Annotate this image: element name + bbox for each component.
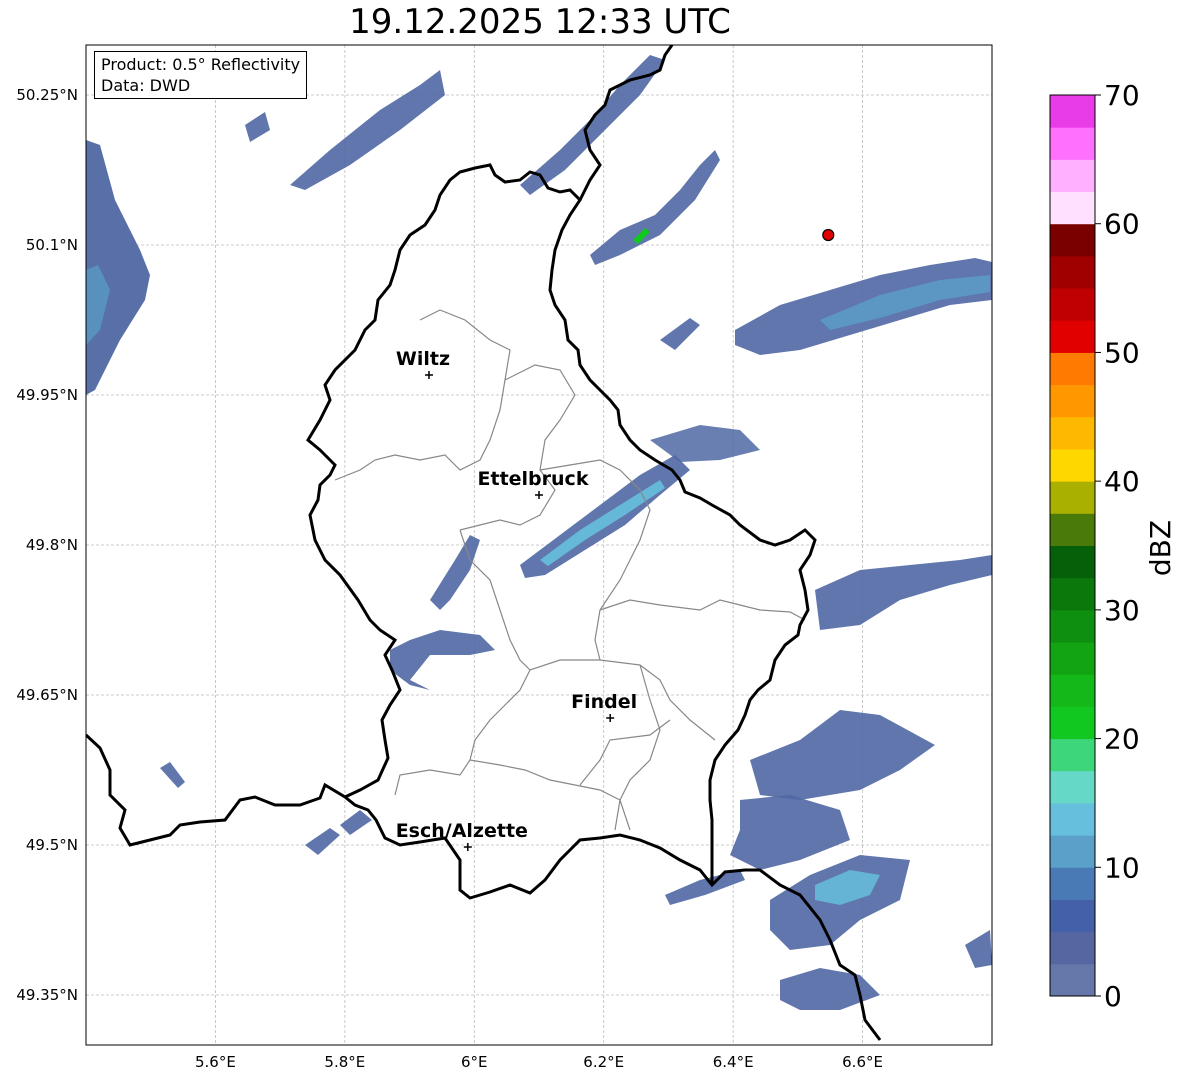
colorbar-segment bbox=[1050, 642, 1095, 675]
colorbar-segment bbox=[1050, 191, 1095, 225]
colorbar-segment bbox=[1050, 706, 1095, 740]
colorbar-segment bbox=[1050, 931, 1095, 965]
colorbar-segment bbox=[1050, 481, 1095, 514]
colorbar-segment bbox=[1050, 674, 1095, 707]
colorbar-segment bbox=[1050, 288, 1095, 321]
colorbar-segment bbox=[1050, 770, 1095, 804]
city-label: Wiltz bbox=[396, 348, 450, 370]
colorbar-segment bbox=[1050, 159, 1095, 193]
x-tick-label: 6°E bbox=[461, 1053, 488, 1071]
colorbar-segment bbox=[1050, 416, 1095, 450]
colorbar-tick-label: 50 bbox=[1104, 336, 1140, 369]
radar-site-dot bbox=[822, 228, 835, 242]
colorbar-segment bbox=[1050, 223, 1095, 257]
colorbar-segment bbox=[1050, 577, 1095, 611]
y-tick-label: 49.5°N bbox=[26, 836, 78, 854]
x-tick-label: 6.4°E bbox=[713, 1053, 754, 1071]
colorbar-segment bbox=[1050, 448, 1095, 482]
colorbar-segment bbox=[1050, 867, 1095, 900]
colorbar-segment bbox=[1050, 127, 1095, 160]
x-tick-label: 5.6°E bbox=[195, 1053, 236, 1071]
x-tick-label: 6.2°E bbox=[583, 1053, 624, 1071]
x-tick-label: 6.6°E bbox=[842, 1053, 883, 1071]
colorbar-segment bbox=[1050, 963, 1095, 997]
colorbar-label: dBZ bbox=[1144, 520, 1177, 576]
info-box: Product: 0.5° Reflectivity Data: DWD bbox=[94, 51, 308, 99]
colorbar-segment bbox=[1050, 384, 1095, 418]
x-axis-ticks: 5.6°E 5.8°E 6°E 6.2°E 6.4°E 6.6°E bbox=[195, 1053, 883, 1071]
colorbar-tick-label: 20 bbox=[1104, 723, 1140, 756]
colorbar-tick-label: 10 bbox=[1104, 851, 1140, 884]
y-tick-label: 49.8°N bbox=[26, 536, 78, 554]
product-label: Product: 0.5° Reflectivity bbox=[101, 55, 301, 74]
colorbar-segment bbox=[1050, 255, 1095, 289]
colorbar-segment bbox=[1050, 802, 1095, 836]
city-label: Ettelbruck bbox=[478, 468, 589, 490]
y-tick-label: 50.25°N bbox=[16, 86, 78, 104]
data-source-label: Data: DWD bbox=[101, 76, 191, 95]
city-label: Findel bbox=[571, 691, 637, 713]
radar-site-marker bbox=[822, 228, 835, 242]
y-tick-label: 50.1°N bbox=[26, 236, 78, 254]
colorbar-segment bbox=[1050, 320, 1095, 353]
radar-map-figure: WiltzEttelbruckFindelEsch/Alzette 5.6°E 5… bbox=[16, 44, 1177, 1071]
city-label: Esch/Alzette bbox=[396, 820, 528, 842]
colorbar-segment bbox=[1050, 95, 1095, 128]
colorbar-tick-label: 0 bbox=[1104, 980, 1122, 1013]
colorbar-segment bbox=[1050, 352, 1095, 386]
colorbar-tick-label: 30 bbox=[1104, 594, 1140, 627]
y-axis-ticks: 50.25°N 50.1°N 49.95°N 49.8°N 49.65°N 49.5°N 4… bbox=[16, 86, 78, 1004]
colorbar-segment bbox=[1050, 835, 1095, 868]
colorbar-tick-label: 40 bbox=[1104, 465, 1140, 498]
x-tick-label: 5.8°E bbox=[324, 1053, 365, 1071]
colorbar-segment bbox=[1050, 899, 1095, 933]
colorbar-segment bbox=[1050, 545, 1095, 579]
y-tick-label: 49.65°N bbox=[16, 686, 78, 704]
colorbar-tick-label: 60 bbox=[1104, 208, 1140, 241]
colorbar-segment bbox=[1050, 738, 1095, 772]
colorbar-tick-label: 70 bbox=[1104, 79, 1140, 112]
colorbar: 0 10 20 30 40 50 60 70 bbox=[1049, 79, 1140, 1013]
y-tick-label: 49.35°N bbox=[16, 986, 78, 1004]
y-tick-label: 49.95°N bbox=[16, 386, 78, 404]
colorbar-segment bbox=[1050, 609, 1095, 643]
colorbar-segment bbox=[1050, 513, 1095, 546]
